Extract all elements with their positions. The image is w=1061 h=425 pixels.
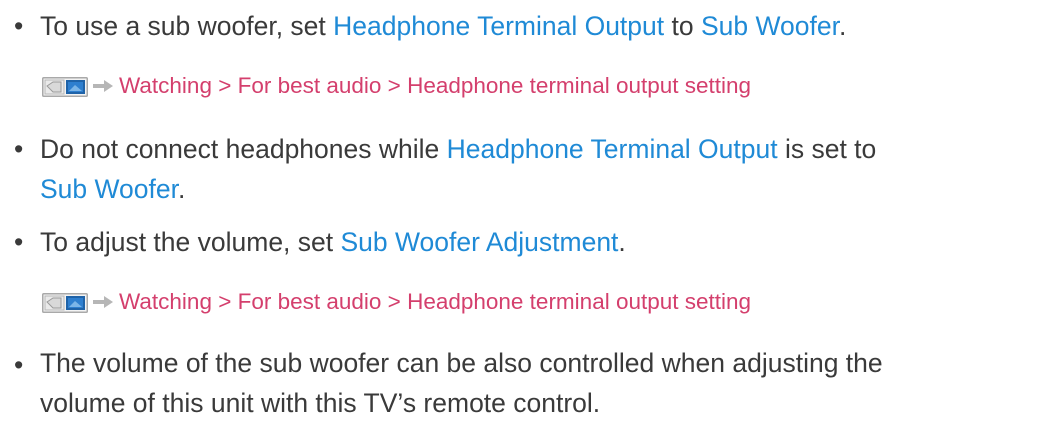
text-segment: To use a sub woofer, set [40,11,334,41]
text-segment: . [838,11,847,41]
link-sub-woofer[interactable]: Sub Woofer [40,174,178,204]
link-sub-woofer[interactable]: Sub Woofer [701,11,839,41]
reference-path-link[interactable]: Watching > For best audio > Headphone te… [119,70,751,102]
link-headphone-terminal-output[interactable]: Headphone Terminal Output [333,11,664,41]
arrow-right-icon [93,296,113,308]
list-item-headphone-warning: • Do not connect headphones while Headph… [0,129,1061,209]
link-sub-woofer-adjustment[interactable]: Sub Woofer Adjustment [341,227,619,257]
text-line-1: The volume of the sub woofer can be also… [40,348,883,378]
manual-page: • To use a sub woofer, set Headphone Ter… [0,0,1061,418]
text-segment: is set to [777,134,877,164]
text-segment: . [178,174,186,204]
text-segment: to [664,11,701,41]
reference-path-link[interactable]: Watching > For best audio > Headphone te… [119,286,751,318]
list-item-text: To adjust the volume, set Sub Woofer Adj… [40,222,1055,262]
list-item-text: Do not connect headphones while Headphon… [40,129,1055,209]
link-headphone-terminal-output[interactable]: Headphone Terminal Output [447,134,778,164]
bullet-dot: • [14,227,24,257]
text-segment: To adjust the volume, set [40,227,341,257]
list-item-text: To use a sub woofer, set Headphone Termi… [40,6,1055,46]
bullet-dot: • [14,134,24,164]
list-item-text: The volume of the sub woofer can be also… [40,343,1055,423]
bullet-dot: • [14,350,24,380]
text-line-2: Sub Woofer. [40,169,1055,209]
list-item-remote-volume: • The volume of the sub woofer can be al… [0,345,1061,425]
text-line-2: volume of this unit with this TV’s remot… [40,388,601,418]
arrow-right-icon [93,80,113,92]
text-segment: . [618,227,626,257]
reference-link-row: Watching > For best audio > Headphone te… [0,70,1061,102]
bullet-dot: • [14,11,24,41]
tv-manual-icon [42,293,88,313]
tv-manual-icon [42,77,88,97]
text-line-1: Do not connect headphones while Headphon… [40,134,876,164]
text-segment: Do not connect headphones while [40,134,447,164]
reference-link-row: Watching > For best audio > Headphone te… [0,286,1061,318]
